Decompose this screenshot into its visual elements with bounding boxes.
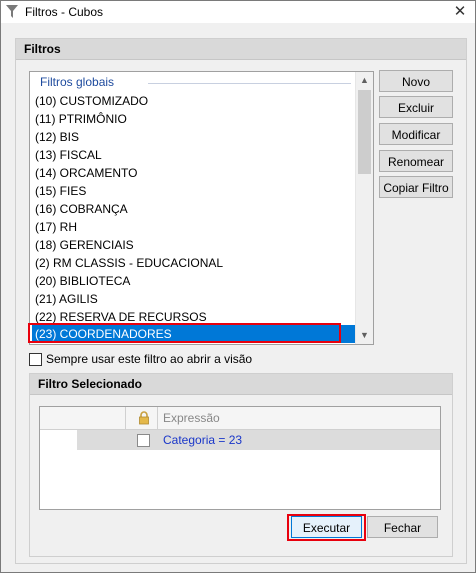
always-use-checkbox[interactable] [29,353,42,366]
list-vertical-scrollbar[interactable]: ▲ ▼ [355,72,373,344]
list-item[interactable]: (11) PTRIMÔNIO [35,110,127,128]
close-button[interactable]: Fechar [367,516,438,538]
grid-header-divider [125,407,126,429]
list-group-label: Filtros globais [40,75,115,89]
grid-header: Expressão [40,407,440,430]
filter-dialog-window: Filtros - Cubos ✕ Filtros Filtros globai… [0,0,476,573]
list-item[interactable]: (21) AGILIS [35,290,98,308]
list-item[interactable]: (10) CUSTOMIZADO [35,92,148,110]
execute-button[interactable]: Executar [291,516,362,538]
expression-cell[interactable]: Categoria = 23 [163,433,242,447]
list-item[interactable]: (12) BIS [35,128,79,146]
window-title: Filtros - Cubos [25,5,104,19]
table-row[interactable] [77,430,440,450]
filter-listbox[interactable]: Filtros globais (10) CUSTOMIZADO (11) PT… [29,71,374,345]
expression-column-header[interactable]: Expressão [163,411,220,425]
list-item-selected[interactable]: (23) COORDENADORES [32,325,362,343]
row-checkbox[interactable] [137,434,150,447]
rename-filter-button[interactable]: Renomear [379,150,453,172]
list-item[interactable]: (16) COBRANÇA [35,200,128,218]
list-item[interactable]: (13) FISCAL [35,146,102,164]
scroll-thumb[interactable] [358,90,371,174]
always-use-label: Sempre usar este filtro ao abrir a visão [46,352,253,366]
list-item[interactable]: (22) RESERVA DE RECURSOS [35,308,207,326]
list-item[interactable]: (14) ORCAMENTO [35,164,137,182]
list-item[interactable]: (15) FIES [35,182,86,200]
selected-filter-group-header: Filtro Selecionado [30,374,452,395]
scroll-down-arrow-icon[interactable]: ▼ [356,327,373,344]
expression-grid[interactable]: Expressão Categoria = 23 [39,406,441,510]
list-item[interactable]: (18) GERENCIAIS [35,236,134,254]
list-item[interactable]: (2) RM CLASSIS - EDUCACIONAL [35,254,223,272]
list-group-divider [148,83,351,84]
close-icon: ✕ [453,3,467,20]
modify-filter-button[interactable]: Modificar [379,123,453,145]
dialog-client: Filtros Filtros globais (10) CUSTOMIZADO… [1,24,475,572]
delete-filter-button[interactable]: Excluir [379,96,453,118]
list-item[interactable]: (20) BIBLIOTECA [35,272,130,290]
new-filter-button[interactable]: Novo [379,70,453,92]
grid-header-divider [157,407,158,429]
filters-group-header: Filtros [16,39,466,60]
funnel-icon [6,5,18,18]
scroll-up-arrow-icon[interactable]: ▲ [356,72,373,89]
lock-icon [139,411,149,425]
list-item[interactable]: (17) RH [35,218,77,236]
copy-filter-button[interactable]: Copiar Filtro [379,176,453,198]
close-window-button[interactable]: ✕ [445,1,475,23]
title-bar: Filtros - Cubos ✕ [1,1,475,23]
